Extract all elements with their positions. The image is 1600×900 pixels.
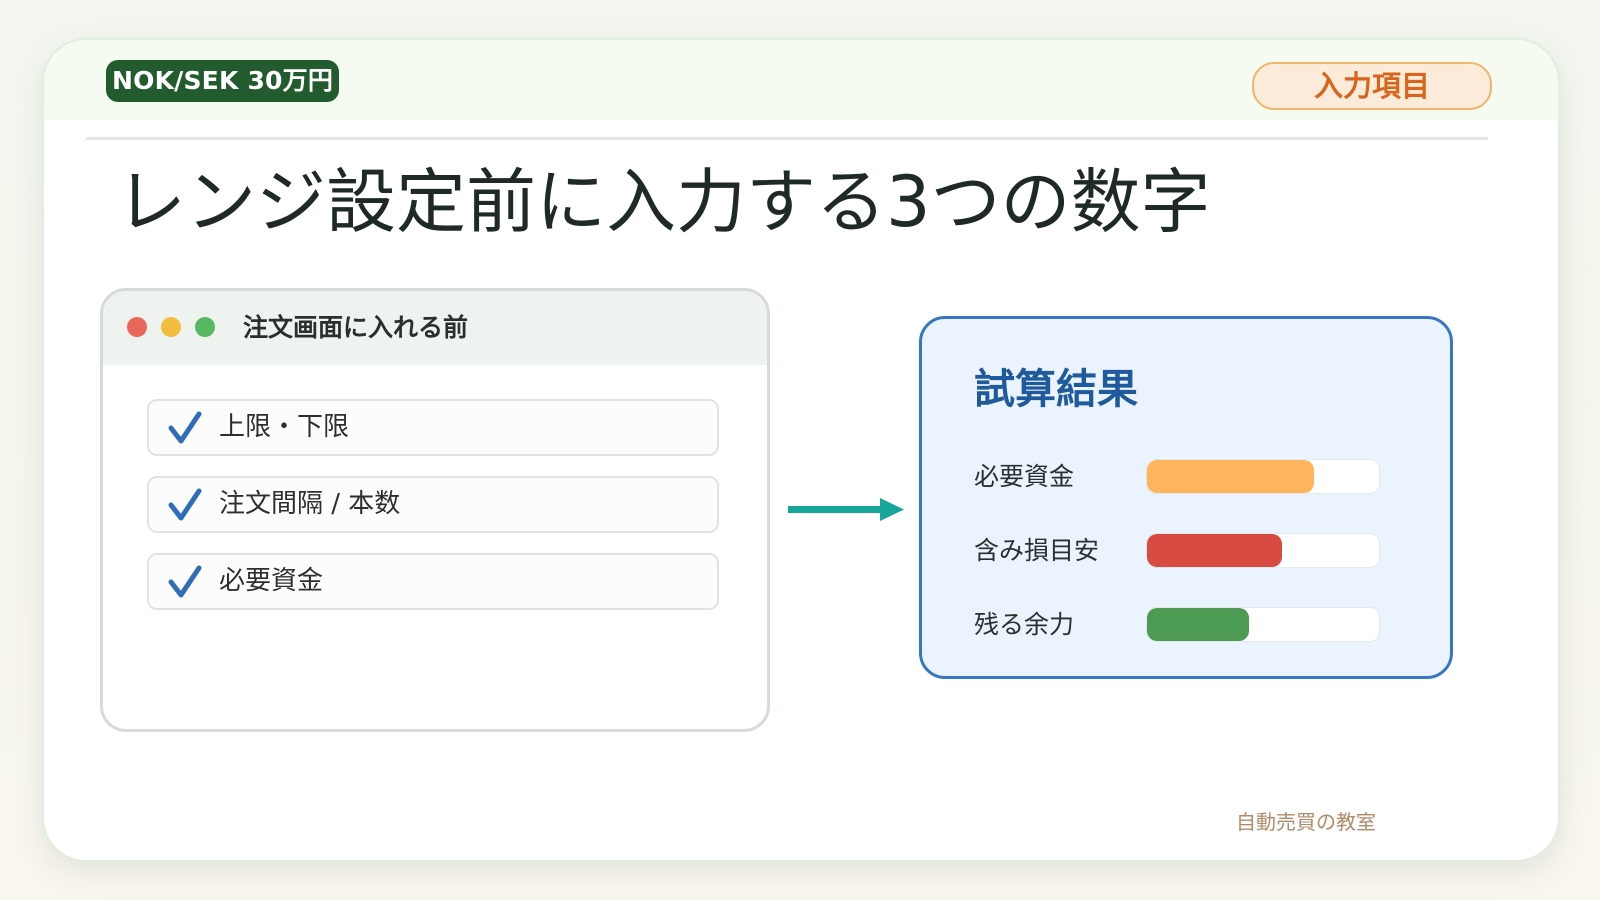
metric-label: 必要資金: [974, 462, 1075, 491]
metric-label: 含み損目安: [974, 536, 1100, 565]
checkmark-icon: [168, 411, 202, 444]
check-item-label: 必要資金: [219, 566, 324, 596]
result-panel: 試算結果 必要資金 含み損目安 残る余力: [919, 316, 1453, 679]
checkmark-icon: [168, 565, 202, 598]
arrow-right-icon: [788, 498, 904, 521]
checkmark-icon: [168, 488, 202, 521]
window-title: 注文画面に入れる前: [243, 313, 469, 342]
window-minimize-dot: [161, 317, 181, 337]
metric-remaining-margin: 残る余力: [974, 605, 1404, 645]
input-items-tag: 入力項目: [1252, 62, 1492, 110]
metric-bar-fill: [1147, 608, 1250, 641]
metric-bar-track: [1146, 459, 1380, 494]
footer-brand: 自動売買の教室: [1236, 810, 1376, 834]
window-maximize-dot: [195, 317, 215, 337]
check-item-interval: 注文間隔 / 本数: [147, 476, 719, 533]
check-item-capital: 必要資金: [147, 553, 719, 610]
check-item-range: 上限・下限: [147, 399, 719, 456]
order-window: 注文画面に入れる前 上限・下限 注文間隔 / 本数 必要資金: [100, 288, 770, 732]
currency-badge: NOK/SEK 30万円: [106, 60, 340, 102]
metric-unrealized-loss: 含み損目安: [974, 531, 1404, 571]
metric-bar-fill: [1147, 460, 1315, 493]
metric-required-capital: 必要資金: [974, 457, 1404, 497]
header-divider: [86, 137, 1488, 140]
slide-card: NOK/SEK 30万円 入力項目 レンジ設定前に入力する3つの数字 注文画面に…: [42, 38, 1560, 862]
window-titlebar: 注文画面に入れる前: [103, 291, 767, 365]
window-close-dot: [127, 317, 147, 337]
check-item-label: 上限・下限: [219, 412, 350, 442]
metric-bar-track: [1146, 607, 1380, 642]
result-title: 試算結果: [974, 365, 1138, 413]
metric-bar-track: [1146, 533, 1380, 568]
slide-title: レンジ設定前に入力する3つの数字: [116, 161, 1211, 243]
checklist: 上限・下限 注文間隔 / 本数 必要資金: [147, 399, 719, 630]
metric-bar-fill: [1147, 534, 1282, 567]
check-item-label: 注文間隔 / 本数: [219, 489, 401, 519]
metric-label: 残る余力: [974, 610, 1075, 639]
